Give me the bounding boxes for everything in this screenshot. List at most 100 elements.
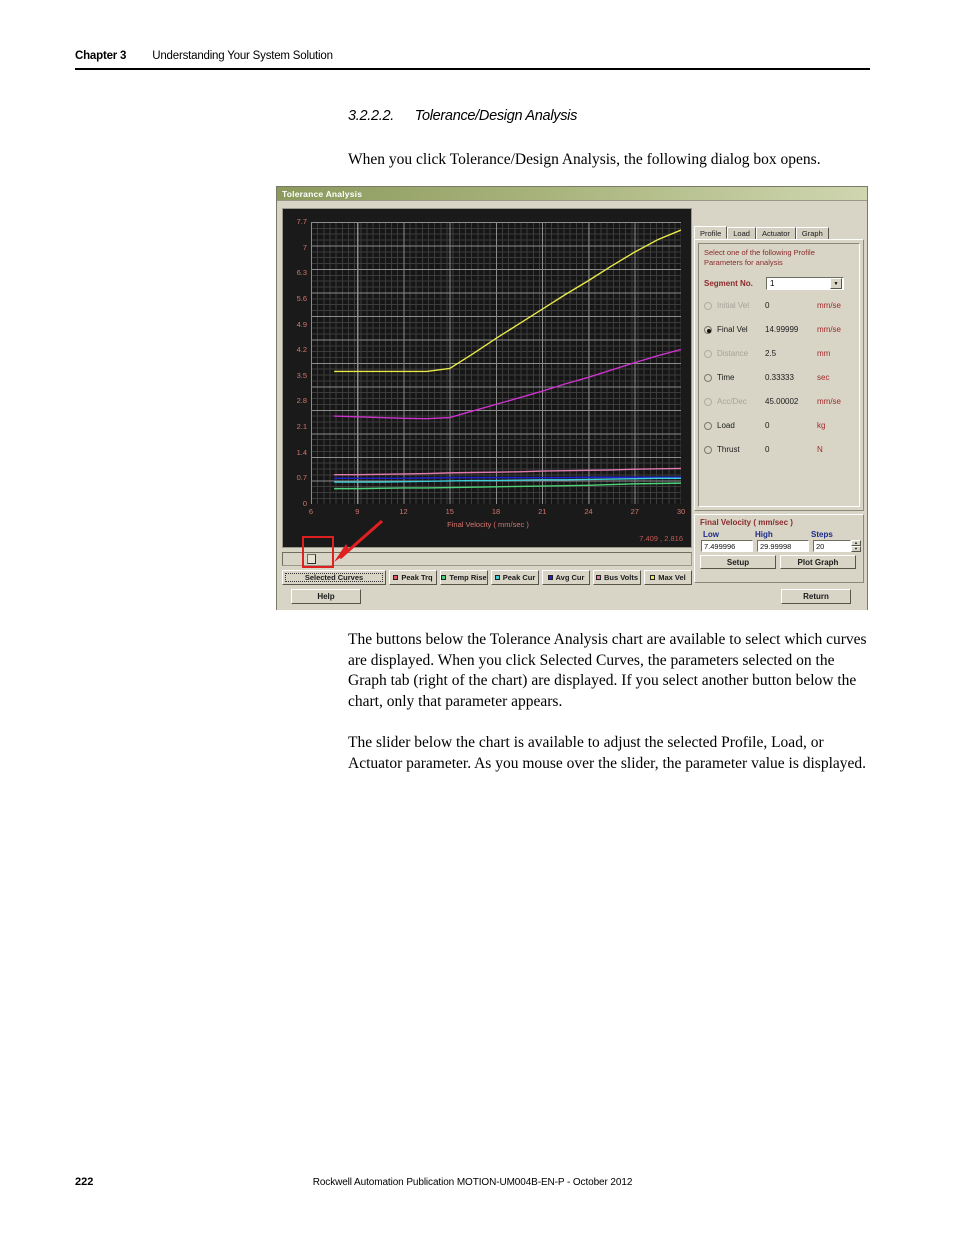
curve-button-label: Avg Cur <box>555 573 585 582</box>
segment-no-value: 1 <box>770 279 775 288</box>
chart-x-axis-title: Final Velocity ( mm/sec ) <box>447 520 529 529</box>
body-paragraph-2: The slider below the chart is available … <box>348 734 867 772</box>
parameter-value: 14.99999 <box>765 325 799 334</box>
intro-paragraph: When you click Tolerance/Design Analysis… <box>348 151 821 168</box>
curve-button-peak-cur[interactable]: Peak Cur <box>491 570 539 585</box>
parameter-value: 0 <box>765 445 770 454</box>
chart-plot-area <box>311 222 681 504</box>
curve-button-bus-volts[interactable]: Bus Volts <box>593 570 641 585</box>
parameter-rows: Initial Vel 0 mm/se Final Vel 14.99999 mm/se D… <box>704 297 854 458</box>
high-input[interactable]: 29.99998 <box>757 540 809 552</box>
tab-label: Actuator <box>761 229 790 238</box>
tab-graph[interactable]: Graph <box>795 227 829 239</box>
parameter-row-final-vel[interactable]: Final Vel 14.99999 mm/se <box>704 321 854 338</box>
parameter-name: Time <box>717 373 735 382</box>
y-tick-label: 2.8 <box>296 396 307 406</box>
setup-button[interactable]: Setup <box>700 555 776 569</box>
curve-button-label: Peak Cur <box>502 573 536 582</box>
parameter-value: 0 <box>765 421 770 430</box>
parameter-row-thrust[interactable]: Thrust 0 N <box>704 441 854 458</box>
y-tick-label: 3.5 <box>296 370 307 380</box>
tab-actuator[interactable]: Actuator <box>755 227 796 239</box>
chart-coordinate-readout: 7.409 , 2.816 <box>639 534 683 543</box>
final-velocity-title: Final Velocity ( mm/sec ) <box>700 518 793 527</box>
chevron-down-icon[interactable]: ▼ <box>830 278 842 289</box>
parameter-row-initial-vel[interactable]: Initial Vel 0 mm/se <box>704 297 854 314</box>
segment-no-row: Segment No. 1 ▼ <box>704 277 854 290</box>
help-button[interactable]: Help <box>291 589 361 604</box>
section-title: Tolerance/Design Analysis <box>414 108 578 124</box>
curve-peak-trq <box>334 348 681 420</box>
curve-button-avg-cur[interactable]: Avg Cur <box>542 570 590 585</box>
parameter-unit: kg <box>817 421 826 430</box>
steps-input[interactable]: 20 <box>813 540 851 552</box>
parameter-unit: sec <box>817 373 830 382</box>
x-tick-label: 6 <box>308 507 314 516</box>
y-tick-label: 2.1 <box>296 422 307 432</box>
tab-label: Load <box>733 229 750 238</box>
profile-parameters-panel: Select one of the following Profile Para… <box>694 239 864 511</box>
radio-button[interactable] <box>704 325 712 334</box>
tab-label: Graph <box>801 229 823 238</box>
parameter-slider[interactable] <box>282 519 692 568</box>
page-header: Chapter 3 Understanding Your System Solu… <box>75 50 870 70</box>
curve-button-label: Max Vel <box>658 573 686 582</box>
steps-stepper[interactable]: ▲ ▼ <box>851 540 861 552</box>
parameter-row-distance[interactable]: Distance 2.5 mm <box>704 345 854 362</box>
y-tick-label: 4.9 <box>296 319 307 329</box>
final-velocity-panel: Final Velocity ( mm/sec ) Low High Steps… <box>694 514 864 583</box>
dialog-tabs: Profile Load Actuator Graph <box>694 226 864 239</box>
parameter-unit: mm/se <box>817 397 841 406</box>
header-title: Understanding Your System Solution <box>152 50 333 62</box>
color-swatch-icon <box>441 575 447 580</box>
curve-bus-volts <box>334 467 681 476</box>
parameter-value: 0 <box>765 301 770 310</box>
parameter-name: Acc/Dec <box>717 397 747 406</box>
y-tick-label: 6.3 <box>296 268 307 278</box>
radio-button[interactable] <box>704 445 712 454</box>
x-tick-label: 12 <box>399 507 408 516</box>
tab-profile[interactable]: Profile <box>694 226 728 239</box>
parameter-unit: mm <box>817 349 831 358</box>
stepper-down-icon[interactable]: ▼ <box>851 546 861 552</box>
final-velocity-headers: Low High Steps <box>703 530 863 539</box>
low-label: Low <box>703 530 719 539</box>
parameter-row-acc-dec[interactable]: Acc/Dec 45.00002 mm/se <box>704 393 854 410</box>
radio-button[interactable] <box>704 349 712 358</box>
y-tick-label: 5.6 <box>296 293 307 303</box>
curve-button-temp-rise[interactable]: Temp Rise <box>440 570 488 585</box>
parameter-name: Initial Vel <box>717 301 750 310</box>
parameter-unit: N <box>817 445 823 454</box>
y-tick-label: 1.4 <box>296 447 307 457</box>
parameter-row-load[interactable]: Load 0 kg <box>704 417 854 434</box>
parameter-row-time[interactable]: Time 0.33333 sec <box>704 369 854 386</box>
low-input[interactable]: 7.499996 <box>701 540 753 552</box>
slider-track[interactable] <box>282 552 692 566</box>
high-label: High <box>755 530 773 539</box>
x-tick-label: 9 <box>355 507 360 516</box>
tab-label: Profile <box>700 229 722 238</box>
curve-button-max-vel[interactable]: Max Vel <box>644 570 692 585</box>
return-button[interactable]: Return <box>781 589 851 604</box>
radio-button[interactable] <box>704 397 712 406</box>
dialog-titlebar: Tolerance Analysis <box>277 187 867 201</box>
curve-selection-buttons: Selected Curves Peak Trq Temp Rise Peak Cu… <box>282 570 692 585</box>
curve-button-peak-trq[interactable]: Peak Trq <box>389 570 437 585</box>
plot-graph-button[interactable]: Plot Graph <box>780 555 856 569</box>
radio-button[interactable] <box>704 301 712 310</box>
annotation-highlight-box <box>302 536 334 568</box>
color-swatch-icon <box>393 575 399 580</box>
tab-load[interactable]: Load <box>727 227 756 239</box>
x-tick-label: 30 <box>676 507 686 516</box>
radio-button[interactable] <box>704 373 712 382</box>
focus-outline <box>285 573 383 582</box>
radio-button[interactable] <box>704 421 712 430</box>
selected-curves-button[interactable]: Selected Curves <box>282 570 386 585</box>
chart-curves <box>334 229 681 490</box>
parameter-value: 45.00002 <box>765 397 799 406</box>
x-tick-label: 24 <box>584 507 593 516</box>
x-tick-label: 27 <box>630 507 639 516</box>
tolerance-chart: 0 0.7 1.4 2.1 2.8 3.5 4.2 4.9 5.6 6.3 7 7.7 6 9 12 15 1… <box>282 208 692 548</box>
color-swatch-icon <box>595 575 601 580</box>
segment-no-select[interactable]: 1 ▼ <box>766 277 844 290</box>
